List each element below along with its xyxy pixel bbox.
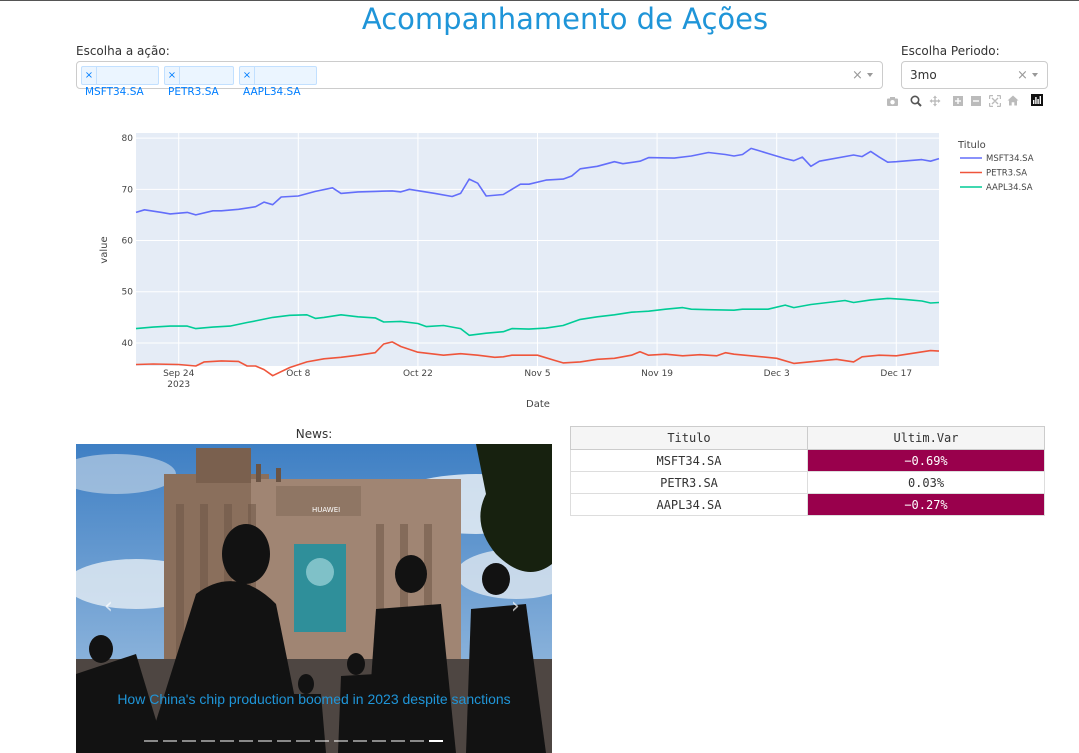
table-header-row: Titulo Ultim.Var xyxy=(570,426,1045,450)
chevron-right-icon[interactable]: › xyxy=(511,594,520,619)
carousel-indicator[interactable] xyxy=(277,740,291,742)
news-carousel[interactable]: HUAWEI ‹ › How China's chip production b… xyxy=(76,444,552,753)
period-selector-label: Escolha Periodo: xyxy=(901,44,1000,58)
y-tick-label: 60 xyxy=(122,237,134,247)
ticker-cell: AAPL34.SA xyxy=(570,493,808,516)
y-tick-label: 80 xyxy=(122,134,134,144)
y-tick-label: 50 xyxy=(122,288,134,298)
carousel-indicator[interactable] xyxy=(220,740,234,742)
remove-tag-icon[interactable]: × xyxy=(82,67,97,84)
legend[interactable]: Titulo MSFT34.SA PETR3.SA AAPL34.SA xyxy=(957,140,1034,193)
selected-tag: × AAPL34.SA xyxy=(239,66,317,98)
news-headline[interactable]: How China's chip production boomed in 20… xyxy=(76,690,552,708)
table-row: AAPL34.SA −0.27% xyxy=(570,493,1045,516)
pan-icon[interactable] xyxy=(929,95,941,107)
table-row: MSFT34.SA −0.69% xyxy=(570,449,1045,472)
tag-label: AAPL34.SA xyxy=(243,86,301,98)
storefront-sign: HUAWEI xyxy=(312,506,340,514)
x-axis-ticks: Sep 242023 Oct 8 Oct 22 Nov 5 Nov 19 Dec 3 Dec… xyxy=(163,369,912,390)
x-axis-title: Date xyxy=(526,399,550,410)
reset-axes-icon[interactable] xyxy=(1007,95,1019,106)
table-row: PETR3.SA 0.03% xyxy=(570,471,1045,494)
period-selector[interactable]: 3mo × xyxy=(901,61,1048,89)
remove-tag-icon[interactable]: × xyxy=(240,67,255,84)
carousel-indicator[interactable] xyxy=(410,740,424,742)
autoscale-icon[interactable] xyxy=(989,95,1001,107)
chevron-down-icon[interactable] xyxy=(1032,73,1038,77)
carousel-indicator[interactable] xyxy=(239,740,253,742)
selected-tag: × PETR3.SA xyxy=(164,66,234,98)
carousel-indicator[interactable] xyxy=(372,740,386,742)
variation-cell: −0.27% xyxy=(807,493,1045,516)
carousel-indicator[interactable] xyxy=(391,740,405,742)
clear-icon[interactable]: × xyxy=(1017,68,1028,83)
stock-selector[interactable]: × MSFT34.SA × PETR3.SA × AAPL34.SA × xyxy=(76,61,883,98)
x-tick-label: Nov 19 xyxy=(641,369,673,379)
ticker-cell: MSFT34.SA xyxy=(570,449,808,472)
carousel-indicator[interactable] xyxy=(182,740,196,742)
carousel-indicator[interactable] xyxy=(334,740,348,742)
y-tick-label: 70 xyxy=(122,185,134,195)
carousel-indicator[interactable] xyxy=(258,740,272,742)
carousel-indicator[interactable] xyxy=(201,740,215,742)
variation-table: Titulo Ultim.Var MSFT34.SA −0.69% PETR3.… xyxy=(570,426,1045,516)
x-tick-label: Sep 24 xyxy=(163,369,195,379)
y-axis-title: value xyxy=(99,236,110,263)
carousel-indicators[interactable] xyxy=(144,740,448,753)
y-tick-label: 40 xyxy=(122,339,134,349)
chevron-down-icon[interactable] xyxy=(867,73,873,77)
carousel-indicator[interactable] xyxy=(296,740,310,742)
news-label: News: xyxy=(295,427,333,441)
top-border xyxy=(0,0,1079,1)
tag-label: MSFT34.SA xyxy=(85,86,144,98)
x-tick-label: Oct 22 xyxy=(403,369,433,379)
remove-tag-icon[interactable]: × xyxy=(165,67,180,84)
x-tick-sublabel: 2023 xyxy=(167,380,190,390)
carousel-indicator[interactable] xyxy=(315,740,329,742)
stock-price-chart[interactable]: 40 50 60 70 80 Sep 242023 Oct 8 Oct 22 Nov 5 Nov… xyxy=(76,110,1066,420)
clear-icon[interactable]: × xyxy=(852,68,863,83)
variation-cell: −0.69% xyxy=(807,449,1045,472)
legend-item-label: PETR3.SA xyxy=(986,169,1027,179)
zoom-icon[interactable] xyxy=(910,95,922,107)
zoom-in-icon[interactable] xyxy=(953,96,963,106)
carousel-indicator[interactable] xyxy=(144,740,158,742)
carousel-indicator[interactable] xyxy=(429,740,443,742)
zoom-out-icon[interactable] xyxy=(971,96,981,106)
x-tick-label: Oct 8 xyxy=(286,369,310,379)
legend-item-label: MSFT34.SA xyxy=(986,154,1034,164)
variation-cell: 0.03% xyxy=(807,471,1045,494)
selected-tag: × MSFT34.SA xyxy=(81,66,159,98)
x-tick-label: Dec 3 xyxy=(764,369,790,379)
carousel-indicator[interactable] xyxy=(353,740,367,742)
legend-item-label: AAPL34.SA xyxy=(986,183,1033,193)
carousel-indicator[interactable] xyxy=(163,740,177,742)
tag-label: PETR3.SA xyxy=(168,86,219,98)
stock-selector-label: Escolha a ação: xyxy=(76,44,170,58)
x-tick-label: Nov 5 xyxy=(524,369,550,379)
x-tick-label: Dec 17 xyxy=(880,369,912,379)
chevron-left-icon[interactable]: ‹ xyxy=(104,594,113,619)
column-header[interactable]: Ultim.Var xyxy=(807,426,1045,450)
column-header[interactable]: Titulo xyxy=(570,426,808,450)
period-value: 3mo xyxy=(910,68,937,82)
legend-title: Titulo xyxy=(957,140,986,151)
plotly-logo-icon[interactable] xyxy=(1031,94,1043,106)
y-axis-ticks: 40 50 60 70 80 xyxy=(122,134,134,349)
page-title: Acompanhamento de Ações xyxy=(361,2,769,36)
camera-icon[interactable] xyxy=(886,96,899,107)
ticker-cell: PETR3.SA xyxy=(570,471,808,494)
